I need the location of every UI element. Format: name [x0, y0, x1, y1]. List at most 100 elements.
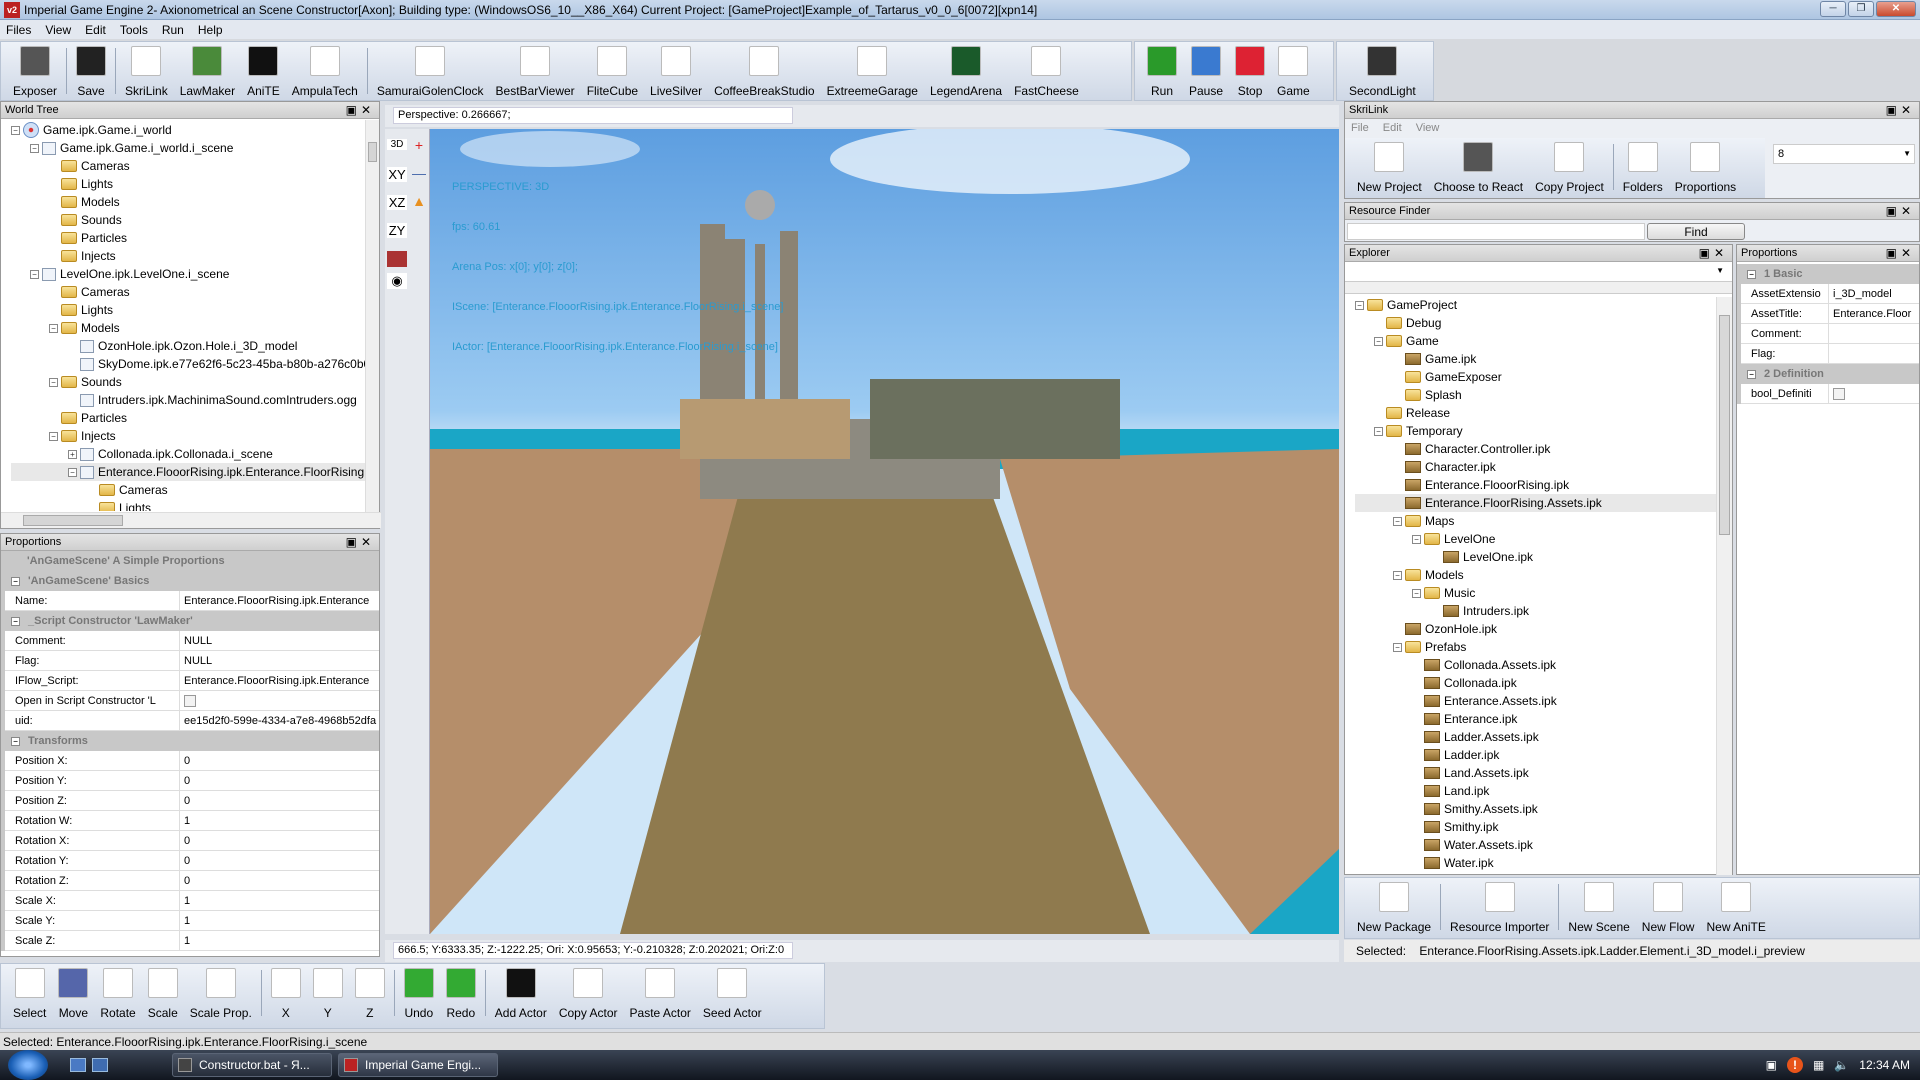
- collapse-icon[interactable]: −: [11, 616, 20, 626]
- tree-item[interactable]: Enterance.Assets.ipk: [1355, 692, 1732, 710]
- task-constructor-bat[interactable]: Constructor.bat - Я...: [172, 1053, 332, 1077]
- collapse-icon[interactable]: −: [1374, 426, 1383, 436]
- tree-item[interactable]: − Maps: [1355, 512, 1732, 530]
- property-value[interactable]: 0: [180, 831, 379, 851]
- property-value[interactable]: Enterance.Floor: [1829, 304, 1919, 324]
- view-xy-button[interactable]: XY: [387, 167, 407, 182]
- tree-item[interactable]: − Game.ipk.Game.i_world.i_scene: [11, 139, 379, 157]
- coffeebreakstudio-button[interactable]: CoffeeBreakStudio: [708, 42, 821, 100]
- new-anite-button[interactable]: New AniTE: [1700, 878, 1771, 936]
- tree-item[interactable]: Character.ipk: [1355, 458, 1732, 476]
- property-value[interactable]: 0: [180, 791, 379, 811]
- x-button[interactable]: X: [265, 964, 307, 1022]
- property-category[interactable]: −1 Basic: [1741, 264, 1919, 284]
- copy-project-button[interactable]: Copy Project: [1529, 138, 1610, 196]
- tree-item[interactable]: Particles: [11, 409, 379, 427]
- collapse-icon[interactable]: −: [1393, 570, 1402, 580]
- ampulatech-button[interactable]: AmpulaTech: [286, 42, 364, 100]
- tree-item[interactable]: Lights: [11, 499, 379, 511]
- tree-item[interactable]: − Enterance.FlooorRising.ipk.Enterance.Fl…: [11, 463, 379, 481]
- tree-item[interactable]: Game.ipk: [1355, 350, 1732, 368]
- tree-item[interactable]: SkyDome.ipk.e77e62f6-5c23-45ba-b80b-a276…: [11, 355, 379, 373]
- redo-button[interactable]: Redo: [440, 964, 482, 1022]
- skrilink-combo[interactable]: 8 ▼: [1773, 144, 1915, 164]
- tree-item[interactable]: − Injects: [11, 427, 379, 445]
- proportions-button[interactable]: Proportions: [1669, 138, 1742, 196]
- film-icon[interactable]: ▣: [1766, 1058, 1777, 1072]
- expand-icon[interactable]: +: [68, 449, 77, 459]
- show-desktop-icon[interactable]: [70, 1058, 86, 1072]
- collapse-icon[interactable]: −: [68, 467, 77, 477]
- collapse-icon[interactable]: −: [11, 576, 20, 586]
- tree-item[interactable]: Land.Assets.ipk: [1355, 764, 1732, 782]
- menu-run[interactable]: Run: [162, 23, 184, 37]
- game-button[interactable]: Game: [1271, 42, 1316, 100]
- collapse-icon[interactable]: −: [11, 736, 20, 746]
- view-xz-button[interactable]: XZ: [387, 195, 407, 210]
- tree-item[interactable]: Particles: [11, 229, 379, 247]
- samuraigolenclock-button[interactable]: SamuraiGolenClock: [371, 42, 490, 100]
- find-button[interactable]: Find: [1647, 223, 1745, 240]
- collapse-icon[interactable]: −: [1393, 642, 1402, 652]
- tree-item[interactable]: − LevelOne.ipk.LevelOne.i_scene: [11, 265, 379, 283]
- float-icon[interactable]: ▣: [1886, 246, 1901, 260]
- tree-item[interactable]: LevelOne.ipk: [1355, 548, 1732, 566]
- scroll-thumb[interactable]: [368, 142, 377, 162]
- tree-item[interactable]: Collonada.ipk: [1355, 674, 1732, 692]
- tree-item[interactable]: Intruders.ipk.MachinimaSound.comIntruder…: [11, 391, 379, 409]
- tree-item[interactable]: Cameras: [11, 157, 379, 175]
- restore-button[interactable]: ❐: [1848, 1, 1874, 17]
- start-button[interactable]: [8, 1050, 48, 1080]
- resource-search-input[interactable]: [1347, 223, 1645, 240]
- float-icon[interactable]: ▣: [346, 535, 361, 549]
- tree-item[interactable]: Smithy.Assets.ipk: [1355, 800, 1732, 818]
- perspective-field[interactable]: Perspective: 0.266667;: [393, 107, 793, 124]
- property-value[interactable]: 1: [180, 911, 379, 931]
- tree-item[interactable]: Sounds: [11, 211, 379, 229]
- close-icon[interactable]: ✕: [361, 103, 375, 117]
- exposer-button[interactable]: Exposer: [7, 42, 63, 100]
- rotate-button[interactable]: Rotate: [94, 964, 141, 1022]
- eye-icon[interactable]: ◉: [387, 273, 407, 289]
- close-icon[interactable]: ✕: [1901, 204, 1915, 218]
- anite-button[interactable]: AniTE: [241, 42, 286, 100]
- view-zy-button[interactable]: ZY: [387, 223, 407, 238]
- property-value[interactable]: NULL: [180, 631, 379, 651]
- menu-edit[interactable]: Edit: [85, 23, 106, 37]
- tree-item[interactable]: − Temporary: [1355, 422, 1732, 440]
- collapse-icon[interactable]: −: [1393, 516, 1402, 526]
- secondlight-button[interactable]: SecondLight: [1343, 42, 1422, 100]
- add-actor-button[interactable]: Add Actor: [489, 964, 553, 1022]
- copy-actor-button[interactable]: Copy Actor: [553, 964, 624, 1022]
- move-button[interactable]: Move: [52, 964, 94, 1022]
- close-icon[interactable]: ✕: [1714, 246, 1728, 260]
- property-value[interactable]: 0: [180, 871, 379, 891]
- bestbarviewer-button[interactable]: BestBarViewer: [490, 42, 581, 100]
- tree-item[interactable]: − Prefabs: [1355, 638, 1732, 656]
- tree-item[interactable]: Collonada.Assets.ipk: [1355, 656, 1732, 674]
- extreemegarage-button[interactable]: ExtreemeGarage: [821, 42, 924, 100]
- temple-icon[interactable]: ▲: [409, 193, 429, 209]
- collapse-icon[interactable]: −: [1355, 300, 1364, 310]
- tree-item[interactable]: − Models: [1355, 566, 1732, 584]
- new-package-button[interactable]: New Package: [1351, 878, 1437, 936]
- property-category[interactable]: − Transforms: [5, 731, 379, 751]
- tree-item[interactable]: Injects: [11, 247, 379, 265]
- paste-actor-button[interactable]: Paste Actor: [624, 964, 697, 1022]
- close-icon[interactable]: ✕: [1901, 103, 1915, 117]
- run-button[interactable]: Run: [1141, 42, 1183, 100]
- select-button[interactable]: Select: [7, 964, 52, 1022]
- property-category[interactable]: − _Script Constructor 'LawMaker': [5, 611, 379, 631]
- tree-item[interactable]: − Music: [1355, 584, 1732, 602]
- pause-button[interactable]: Pause: [1183, 42, 1229, 100]
- lawmaker-button[interactable]: LawMaker: [174, 42, 241, 100]
- tree-item[interactable]: Smithy.ipk: [1355, 818, 1732, 836]
- collapse-icon[interactable]: −: [30, 269, 39, 279]
- seed-actor-button[interactable]: Seed Actor: [697, 964, 768, 1022]
- skrilink-menu-view[interactable]: View: [1416, 119, 1440, 137]
- tree-item[interactable]: Ladder.ipk: [1355, 746, 1732, 764]
- view-3d-button[interactable]: 3D: [387, 139, 407, 150]
- property-value[interactable]: 0: [180, 771, 379, 791]
- livesilver-button[interactable]: LiveSilver: [644, 42, 708, 100]
- tree-item[interactable]: − Sounds: [11, 373, 379, 391]
